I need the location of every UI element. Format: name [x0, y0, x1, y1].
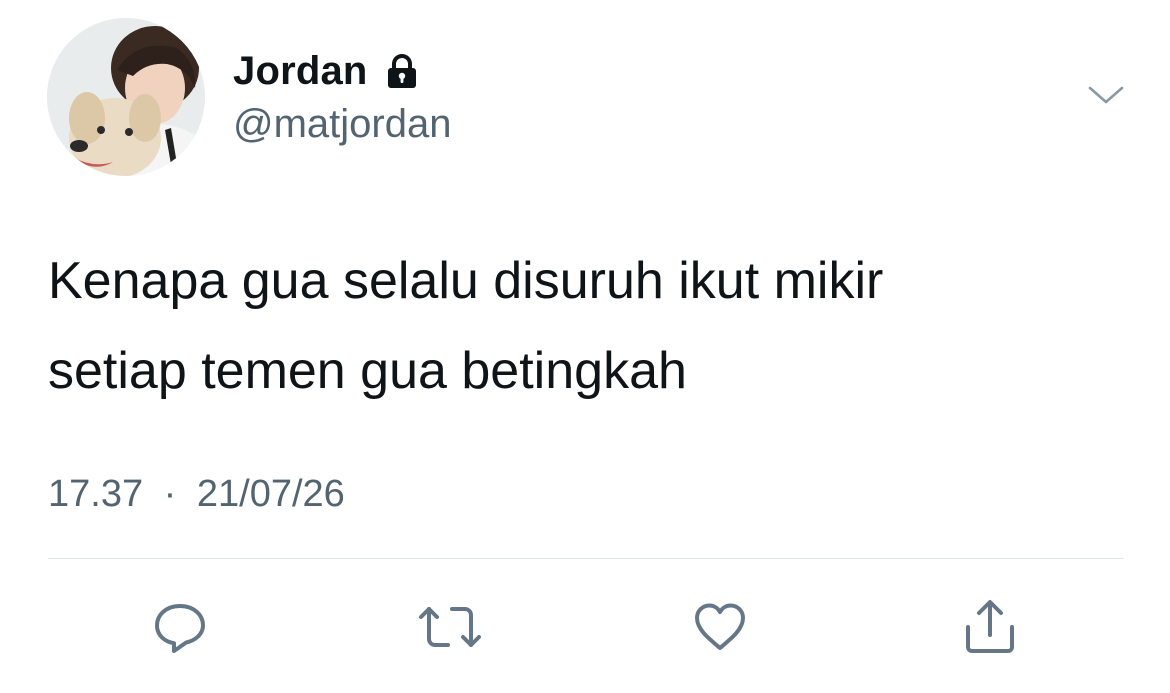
tweet-time: 17.37	[48, 473, 144, 515]
tweet-text: Kenapa gua selalu disuruh ikut mikir set…	[48, 236, 1128, 416]
user-handle[interactable]: @matjordan	[233, 102, 451, 147]
reply-button[interactable]	[148, 595, 212, 659]
user-name-row: Jordan	[233, 46, 422, 96]
avatar[interactable]	[47, 18, 205, 176]
tweet-text-line: setiap temen gua betingkah	[48, 342, 687, 400]
tweet-date: 21/07/26	[196, 473, 345, 515]
divider	[48, 558, 1124, 559]
reply-icon	[155, 604, 205, 653]
lock-icon	[382, 51, 422, 91]
share-icon	[966, 600, 1014, 653]
tweet-timestamp[interactable]: 17.37 · 21/07/26	[48, 473, 345, 516]
avatar-photo	[47, 18, 205, 176]
share-button[interactable]	[958, 595, 1022, 659]
chevron-down-icon[interactable]	[1086, 80, 1126, 110]
retweet-icon	[419, 607, 481, 647]
like-button[interactable]	[688, 595, 752, 659]
tweet-card: Jordan @matjordan Kenapa gua selalu disu…	[0, 0, 1170, 693]
display-name[interactable]: Jordan	[233, 49, 368, 94]
retweet-button[interactable]	[418, 595, 482, 659]
heart-icon	[695, 603, 745, 650]
meta-separator: ·	[163, 473, 177, 515]
tweet-text-line: Kenapa gua selalu disuruh ikut mikir	[48, 252, 884, 310]
